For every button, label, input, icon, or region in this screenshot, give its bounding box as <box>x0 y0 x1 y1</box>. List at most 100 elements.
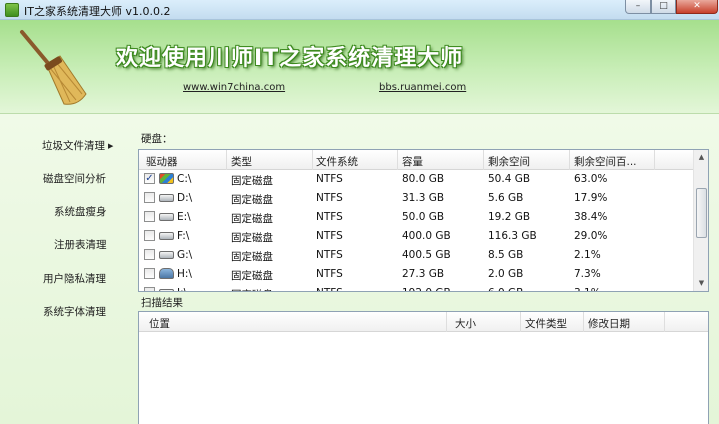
cell-type: 固定磁盘 <box>231 213 273 225</box>
cell-drive: H:\ <box>177 268 192 280</box>
scroll-thumb[interactable] <box>696 188 707 238</box>
cell-type: 固定磁盘 <box>231 270 273 282</box>
scan-results-label: 扫描结果 <box>141 297 183 309</box>
cell-type: 固定磁盘 <box>231 232 273 244</box>
cell-drive: G:\ <box>177 249 193 261</box>
sidebar-item-fonts[interactable]: 系统字体清理 <box>43 304 106 319</box>
minimize-button[interactable]: – <box>625 0 651 14</box>
cell-type: 固定磁盘 <box>231 175 273 187</box>
disk-row[interactable]: I:\ 固定磁盘 NTFS 192.0 GB 6.0 GB 3.1% <box>139 284 693 291</box>
cell-capacity: 400.5 GB <box>402 249 451 261</box>
cell-fs: NTFS <box>316 192 343 204</box>
disk-row[interactable]: D:\ 固定磁盘 NTFS 31.3 GB 5.6 GB 17.9% <box>139 189 693 208</box>
drive-checkbox[interactable] <box>144 192 155 203</box>
drive-checkbox[interactable] <box>144 230 155 241</box>
col-capacity[interactable]: 容量 <box>402 154 423 169</box>
cell-type: 固定磁盘 <box>231 251 273 263</box>
windows-drive-icon <box>159 173 174 184</box>
cell-free: 19.2 GB <box>488 211 531 223</box>
col-free-pct[interactable]: 剩余空间百... <box>574 154 637 169</box>
sidebar-item-registry[interactable]: 注册表清理 <box>54 237 107 252</box>
sidebar-item-privacy[interactable]: 用户隐私清理 <box>43 271 106 286</box>
col-type[interactable]: 类型 <box>231 154 252 169</box>
disk-list[interactable]: 驱动器 类型 文件系统 容量 剩余空间 剩余空间百... ✓ C:\ 固定磁盘 NTF… <box>138 149 709 292</box>
cell-free-pct: 17.9% <box>574 192 608 204</box>
cell-free: 5.6 GB <box>488 192 524 204</box>
title-bar: IT之家系统清理大师 v1.0.0.2 – □ ✕ <box>0 0 719 20</box>
cell-capacity: 50.0 GB <box>402 211 445 223</box>
hard-drive-icon <box>159 194 174 202</box>
drive-checkbox[interactable] <box>144 249 155 260</box>
hard-drive-icon <box>159 289 174 291</box>
col-modified[interactable]: 修改日期 <box>588 316 630 331</box>
disk-rows: ✓ C:\ 固定磁盘 NTFS 80.0 GB 50.4 GB 63.0% D:\ 固定磁盘 NT… <box>139 170 693 291</box>
disk-row[interactable]: H:\ 固定磁盘 NTFS 27.3 GB 2.0 GB 7.3% <box>139 265 693 284</box>
cell-capacity: 31.3 GB <box>402 192 445 204</box>
cell-free-pct: 38.4% <box>574 211 608 223</box>
cell-fs: NTFS <box>316 173 343 185</box>
cell-drive: E:\ <box>177 211 191 223</box>
cell-free-pct: 63.0% <box>574 173 608 185</box>
cell-type: 固定磁盘 <box>231 287 273 291</box>
cell-free-pct: 3.1% <box>574 287 601 291</box>
col-file-type[interactable]: 文件类型 <box>525 316 567 331</box>
cell-capacity: 400.0 GB <box>402 230 451 242</box>
disk-row[interactable]: E:\ 固定磁盘 NTFS 50.0 GB 19.2 GB 38.4% <box>139 208 693 227</box>
header-title: 欢迎使用川师IT之家系统清理大师 <box>116 46 464 71</box>
drive-checkbox[interactable] <box>144 268 155 279</box>
hard-drive-icon <box>159 251 174 259</box>
maximize-button[interactable]: □ <box>651 0 676 14</box>
cell-capacity: 192.0 GB <box>402 287 451 291</box>
col-size[interactable]: 大小 <box>455 316 476 331</box>
close-button[interactable]: ✕ <box>676 0 718 14</box>
window-title: IT之家系统清理大师 v1.0.0.2 <box>24 5 171 18</box>
cell-capacity: 80.0 GB <box>402 173 445 185</box>
cell-capacity: 27.3 GB <box>402 268 445 280</box>
sidebar-item-system-slim[interactable]: 系统盘瘦身 <box>54 204 107 219</box>
app-icon <box>5 3 19 17</box>
hard-drive-icon <box>159 232 174 240</box>
cell-free: 50.4 GB <box>488 173 531 185</box>
drive-checkbox[interactable]: ✓ <box>144 173 155 184</box>
disk-list-header: 驱动器 类型 文件系统 容量 剩余空间 剩余空间百... <box>139 150 693 170</box>
cell-type: 固定磁盘 <box>231 194 273 206</box>
disk-section-label: 硬盘： <box>141 133 173 145</box>
broom-icon <box>20 30 87 105</box>
main-area: 垃圾文件清理 磁盘空间分析 系统盘瘦身 注册表清理 用户隐私清理 系统字体清理 … <box>0 113 719 424</box>
cell-drive: F:\ <box>177 230 190 242</box>
scroll-up-icon[interactable]: ▲ <box>694 150 708 165</box>
col-location[interactable]: 位置 <box>149 316 170 331</box>
col-fs[interactable]: 文件系统 <box>316 154 358 169</box>
header-banner: 欢迎使用川师IT之家系统清理大师 www.win7china.com bbs.r… <box>0 20 719 113</box>
forum-link[interactable]: bbs.ruanmei.com <box>379 82 466 93</box>
col-free[interactable]: 剩余空间 <box>488 154 530 169</box>
disk-row[interactable]: ✓ C:\ 固定磁盘 NTFS 80.0 GB 50.4 GB 63.0% <box>139 170 693 189</box>
drive-checkbox[interactable] <box>144 211 155 222</box>
disk-row[interactable]: G:\ 固定磁盘 NTFS 400.5 GB 8.5 GB 2.1% <box>139 246 693 265</box>
cell-free-pct: 7.3% <box>574 268 601 280</box>
cell-drive: C:\ <box>177 173 192 185</box>
website-link[interactable]: www.win7china.com <box>183 82 285 93</box>
cell-fs: NTFS <box>316 268 343 280</box>
hard-drive-icon <box>159 213 174 221</box>
drive-checkbox[interactable] <box>144 287 155 291</box>
cell-free: 116.3 GB <box>488 230 537 242</box>
cell-free-pct: 29.0% <box>574 230 608 242</box>
cell-free: 2.0 GB <box>488 268 524 280</box>
disk-row[interactable]: F:\ 固定磁盘 NTFS 400.0 GB 116.3 GB 29.0% <box>139 227 693 246</box>
sidebar-item-disk-analysis[interactable]: 磁盘空间分析 <box>43 171 106 186</box>
cell-free-pct: 2.1% <box>574 249 601 261</box>
col-drive[interactable]: 驱动器 <box>146 154 178 169</box>
cell-fs: NTFS <box>316 230 343 242</box>
cell-fs: NTFS <box>316 287 343 291</box>
scan-results-list[interactable]: 位置 大小 文件类型 修改日期 <box>138 311 709 424</box>
user-drive-icon <box>159 268 174 279</box>
cell-fs: NTFS <box>316 211 343 223</box>
scroll-down-icon[interactable]: ▼ <box>694 276 708 291</box>
scan-results-header: 位置 大小 文件类型 修改日期 <box>139 312 708 332</box>
sidebar-item-junk-cleanup[interactable]: 垃圾文件清理 <box>42 138 113 153</box>
cell-drive: I:\ <box>177 287 187 291</box>
cell-free: 8.5 GB <box>488 249 524 261</box>
cell-free: 6.0 GB <box>488 287 523 291</box>
disk-list-scrollbar[interactable]: ▲ ▼ <box>693 150 708 291</box>
